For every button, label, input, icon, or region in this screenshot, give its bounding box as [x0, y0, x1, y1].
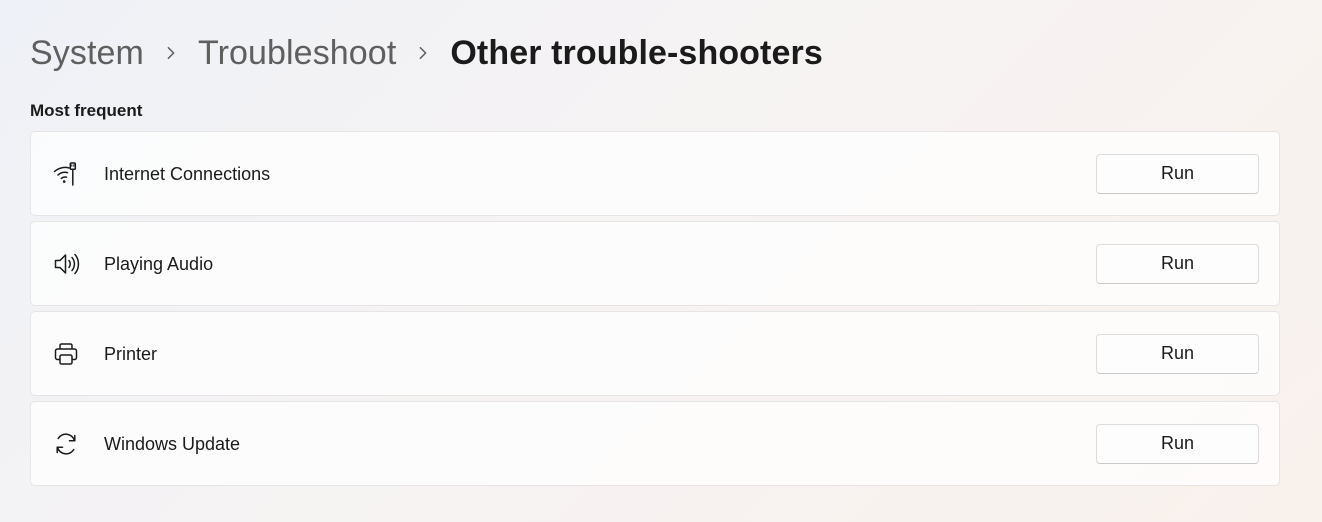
troubleshooter-printer: Printer Run [30, 311, 1280, 396]
printer-icon [51, 339, 81, 369]
troubleshooter-label: Playing Audio [104, 253, 214, 274]
troubleshooter-internet-connections: Internet Connections Run [30, 131, 1280, 216]
troubleshooter-list: Internet Connections Run Playing Audio R… [30, 131, 1280, 491]
troubleshooter-label: Internet Connections [104, 163, 271, 184]
run-button-playing-audio[interactable]: Run [1096, 243, 1259, 284]
chevron-right-icon [396, 28, 450, 78]
section-title-most-frequent: Most frequent [30, 101, 143, 120]
breadcrumb-item-troubleshoot[interactable]: Troubleshoot [198, 28, 396, 78]
run-button-printer[interactable]: Run [1096, 333, 1259, 374]
run-button-windows-update[interactable]: Run [1096, 423, 1259, 464]
breadcrumb-item-system[interactable]: System [30, 28, 144, 78]
run-button-internet-connections[interactable]: Run [1096, 153, 1259, 194]
wifi-ethernet-icon [51, 159, 81, 189]
troubleshooter-windows-update: Windows Update Run [30, 401, 1280, 486]
troubleshooter-playing-audio: Playing Audio Run [30, 221, 1280, 306]
breadcrumb: System Troubleshoot Other trouble-shoote… [30, 28, 823, 78]
speaker-icon [51, 249, 81, 279]
sync-icon [51, 429, 81, 459]
page-title: Other trouble-shooters [450, 34, 823, 72]
troubleshooter-label: Windows Update [104, 433, 241, 454]
troubleshooter-label: Printer [104, 343, 158, 364]
chevron-right-icon [144, 28, 198, 78]
